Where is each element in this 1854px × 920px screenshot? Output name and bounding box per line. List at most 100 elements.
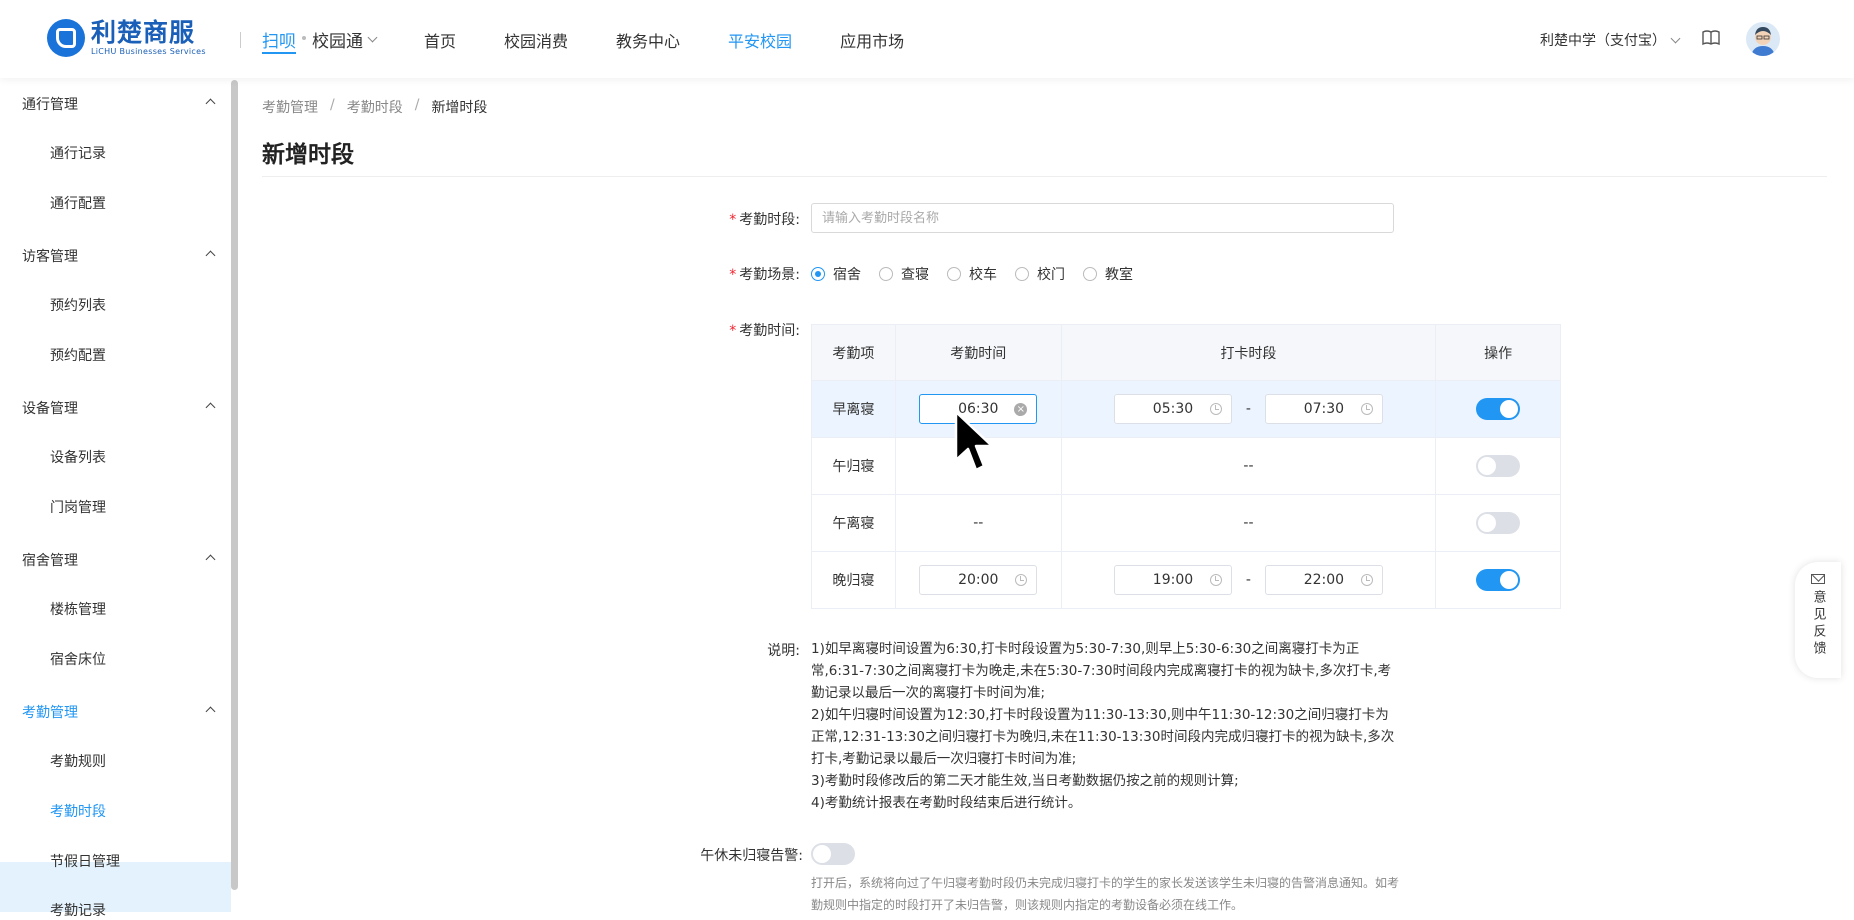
table-header-clock-range: 打卡时段 bbox=[1060, 324, 1437, 381]
range-start-picker[interactable]: 05:30 bbox=[1113, 394, 1232, 424]
notes: 1)如早离寝时间设置为6:30,打卡时段设置为5:30-7:30,则早上5:30… bbox=[811, 638, 1396, 814]
sidebar-item-reservation-list[interactable]: 预约列表 bbox=[50, 295, 106, 315]
campus-switch[interactable]: 校园通 bbox=[312, 27, 378, 52]
scene-label: * 考勤场景: bbox=[729, 267, 800, 283]
sidebar-item-access-records[interactable]: 通行记录 bbox=[50, 143, 106, 163]
table-row: 晚归寝 20:00 19:00 - 22:00 bbox=[811, 551, 1561, 609]
clock-icon bbox=[1360, 403, 1373, 415]
row-range-placeholder: -- bbox=[1060, 437, 1437, 495]
row-item-label: 晚归寝 bbox=[811, 551, 896, 609]
scene-radio-bus[interactable]: 校车 bbox=[947, 264, 997, 284]
clock-icon bbox=[1015, 574, 1028, 586]
scan-link[interactable]: 扫呗 bbox=[262, 27, 296, 54]
breadcrumb-current: 新增时段 bbox=[431, 100, 488, 116]
clock-icon bbox=[1209, 403, 1222, 415]
scene-radio-gate[interactable]: 校门 bbox=[1015, 264, 1065, 284]
row-time-placeholder: -- bbox=[894, 494, 1062, 552]
nav-home[interactable]: 首页 bbox=[424, 28, 456, 52]
breadcrumb-item[interactable]: 考勤时段 bbox=[347, 97, 403, 117]
nav-app-market[interactable]: 应用市场 bbox=[840, 28, 904, 52]
header-divider bbox=[240, 32, 241, 48]
table-row: 午离寝 -- -- bbox=[811, 494, 1561, 552]
feedback-button[interactable]: 意见反馈 bbox=[1795, 562, 1841, 678]
main-nav: 首页 校园消费 教务中心 平安校园 应用市场 bbox=[424, 28, 952, 52]
campus-switch-label: 校园通 bbox=[312, 32, 363, 52]
sidebar-item-building[interactable]: 楼栋管理 bbox=[50, 599, 106, 619]
note-line: 1)如早离寝时间设置为6:30,打卡时段设置为5:30-7:30,则早上5:30… bbox=[811, 641, 1392, 701]
required-mark: * bbox=[729, 267, 737, 283]
logo-text: 利楚商服 bbox=[91, 18, 196, 47]
note-line: 4)考勤统计报表在考勤时段结束后进行统计。 bbox=[811, 795, 1082, 811]
logo-subtext: LiCHU Businesses Services bbox=[91, 47, 206, 56]
book-icon[interactable] bbox=[1702, 30, 1720, 46]
radio-icon bbox=[879, 267, 893, 281]
row-enable-toggle[interactable] bbox=[1476, 512, 1521, 534]
sidebar-item-attendance-rules[interactable]: 考勤规则 bbox=[50, 751, 106, 771]
sidebar-item-holiday[interactable]: 节假日管理 bbox=[50, 851, 120, 871]
scene-radio-check-room[interactable]: 查寝 bbox=[879, 264, 929, 284]
mouse-cursor-icon bbox=[954, 410, 994, 472]
note-line: 3)考勤时段修改后的第二天才能生效,当日考勤数据仍按之前的规则计算; bbox=[811, 773, 1239, 789]
required-mark: * bbox=[729, 323, 737, 339]
scene-radio-dorm[interactable]: 宿舍 bbox=[811, 264, 861, 284]
sidebar-group-attendance[interactable]: 考勤管理 bbox=[22, 702, 216, 722]
period-name-input[interactable] bbox=[811, 203, 1394, 233]
chevron-down-icon bbox=[367, 32, 378, 43]
sidebar-scrollbar[interactable] bbox=[231, 80, 238, 890]
page-title: 新增时段 bbox=[262, 142, 354, 168]
chevron-up-icon bbox=[205, 250, 216, 261]
clock-icon bbox=[1209, 574, 1222, 586]
range-end-picker[interactable]: 07:30 bbox=[1264, 394, 1383, 424]
sidebar-item-reservation-config[interactable]: 预约配置 bbox=[50, 345, 106, 365]
radio-icon bbox=[1015, 267, 1029, 281]
nav-academic-center[interactable]: 教务中心 bbox=[616, 28, 680, 52]
range-end-picker[interactable]: 22:00 bbox=[1264, 565, 1383, 595]
range-separator: - bbox=[1245, 401, 1251, 417]
row-enable-toggle[interactable] bbox=[1476, 569, 1521, 591]
sidebar-group-access[interactable]: 通行管理 bbox=[22, 94, 216, 114]
row-enable-toggle[interactable] bbox=[1476, 398, 1521, 420]
time-picker-evening-return[interactable]: 20:00 bbox=[919, 565, 1038, 595]
table-header-time: 考勤时间 bbox=[894, 324, 1062, 381]
top-header: 利楚商服 LiCHU Businesses Services 扫呗 校园通 首页… bbox=[0, 0, 1854, 78]
noon-alert-toggle[interactable] bbox=[811, 843, 855, 865]
sidebar-item-access-config[interactable]: 通行配置 bbox=[50, 193, 106, 213]
radio-icon bbox=[811, 267, 825, 281]
attendance-time-label: * 考勤时间: bbox=[729, 323, 800, 339]
breadcrumb-item[interactable]: 考勤管理 bbox=[262, 97, 318, 117]
sidebar-item-attendance-records[interactable]: 考勤记录 bbox=[50, 900, 106, 920]
table-header-action: 操作 bbox=[1435, 324, 1561, 381]
sidebar-group-device[interactable]: 设备管理 bbox=[22, 398, 216, 418]
title-divider bbox=[262, 176, 1827, 177]
sidebar-item-device-list[interactable]: 设备列表 bbox=[50, 447, 106, 467]
table-row: 早离寝 06:30 × 05:30 - 07:30 bbox=[811, 380, 1561, 438]
school-switcher[interactable]: 利楚中学（支付宝） bbox=[1540, 30, 1681, 50]
period-name-label: * 考勤时段: bbox=[729, 212, 800, 228]
sidebar-item-dorm-bed[interactable]: 宿舍床位 bbox=[50, 649, 106, 669]
mail-icon bbox=[1811, 574, 1825, 584]
scene-radio-classroom[interactable]: 教室 bbox=[1083, 264, 1133, 284]
range-start-picker[interactable]: 19:00 bbox=[1113, 565, 1232, 595]
table-header-item: 考勤项 bbox=[811, 324, 896, 381]
attendance-table: 考勤项 考勤时间 打卡时段 操作 早离寝 06:30 × 05:30 - 07:3… bbox=[811, 324, 1561, 609]
chevron-up-icon bbox=[205, 554, 216, 565]
nav-safe-campus[interactable]: 平安校园 bbox=[728, 28, 792, 52]
sidebar-item-attendance-period[interactable]: 考勤时段 bbox=[50, 801, 106, 821]
note-line: 2)如午归寝时间设置为12:30,打卡时段设置为11:30-13:30,则中午1… bbox=[811, 707, 1395, 767]
sidebar-item-gate-management[interactable]: 门岗管理 bbox=[50, 497, 106, 517]
row-item-label: 午归寝 bbox=[811, 437, 896, 495]
required-mark: * bbox=[729, 212, 737, 228]
row-enable-toggle[interactable] bbox=[1476, 455, 1521, 477]
clear-icon[interactable]: × bbox=[1014, 403, 1028, 416]
avatar[interactable] bbox=[1746, 22, 1780, 56]
row-range-placeholder: -- bbox=[1060, 494, 1437, 552]
feedback-label: 意见反馈 bbox=[1810, 590, 1826, 658]
nav-campus-consume[interactable]: 校园消费 bbox=[504, 28, 568, 52]
sidebar-group-visitor[interactable]: 访客管理 bbox=[22, 246, 216, 266]
breadcrumb-separator: / bbox=[414, 97, 420, 113]
row-item-label: 午离寝 bbox=[811, 494, 896, 552]
logo[interactable]: 利楚商服 LiCHU Businesses Services bbox=[47, 18, 206, 58]
sidebar-group-dorm[interactable]: 宿舍管理 bbox=[22, 550, 216, 570]
radio-icon bbox=[947, 267, 961, 281]
scene-radio-group: 宿舍 查寝 校车 校门 教室 bbox=[811, 264, 1151, 284]
